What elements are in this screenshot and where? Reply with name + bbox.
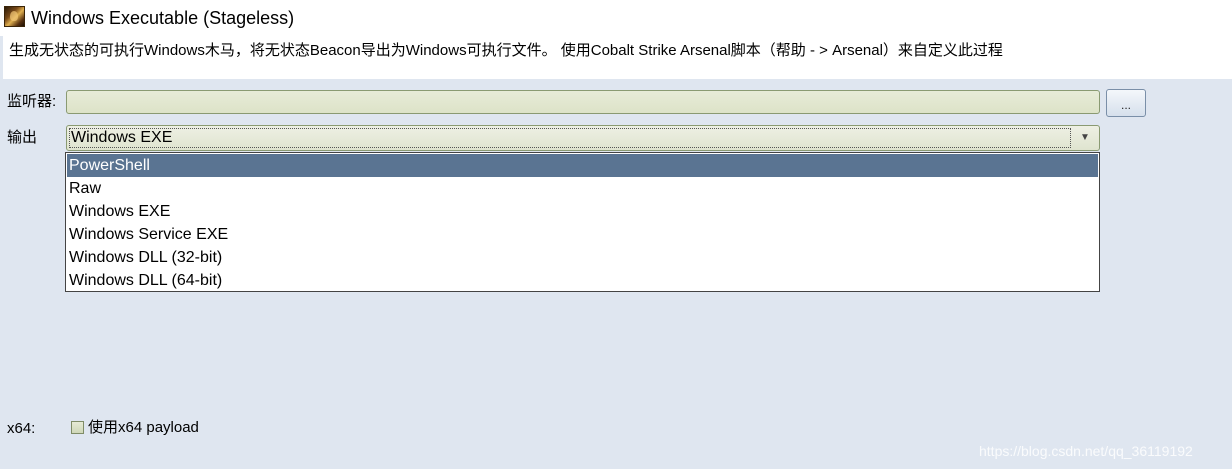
x64-payload-checkbox-label[interactable]: 使用x64 payload bbox=[88, 419, 199, 437]
output-select[interactable]: Windows EXE ▼ bbox=[66, 125, 1100, 151]
app-icon bbox=[4, 6, 25, 27]
output-dropdown-list: PowerShell Raw Windows EXE Windows Servi… bbox=[65, 152, 1100, 292]
x64-payload-checkbox[interactable] bbox=[71, 421, 84, 434]
listener-label: 监听器: bbox=[7, 93, 57, 110]
option-windows-service-exe[interactable]: Windows Service EXE bbox=[67, 223, 1098, 246]
browse-listener-button[interactable]: ... bbox=[1106, 89, 1146, 117]
output-selected-value: Windows EXE bbox=[69, 128, 1071, 148]
listener-field[interactable] bbox=[66, 90, 1100, 114]
option-windows-dll-64[interactable]: Windows DLL (64-bit) bbox=[67, 269, 1098, 292]
description-panel: 生成无状态的可执行Windows木马，将无状态Beacon导出为Windows可… bbox=[0, 36, 1232, 79]
chevron-down-icon[interactable]: ▼ bbox=[1074, 129, 1096, 147]
title-bar: Windows Executable (Stageless) bbox=[0, 0, 1232, 36]
description-text: 生成无状态的可执行Windows木马，将无状态Beacon导出为Windows可… bbox=[9, 42, 1003, 59]
output-label: 输出 bbox=[7, 129, 38, 146]
option-powershell[interactable]: PowerShell bbox=[67, 154, 1098, 177]
option-windows-dll-32[interactable]: Windows DLL (32-bit) bbox=[67, 246, 1098, 269]
watermark-text: https://blog.csdn.net/qq_36119192 bbox=[979, 443, 1193, 459]
window-title: Windows Executable (Stageless) bbox=[31, 8, 295, 28]
x64-label: x64: bbox=[7, 420, 36, 437]
option-windows-exe[interactable]: Windows EXE bbox=[67, 200, 1098, 223]
option-raw[interactable]: Raw bbox=[67, 177, 1098, 200]
